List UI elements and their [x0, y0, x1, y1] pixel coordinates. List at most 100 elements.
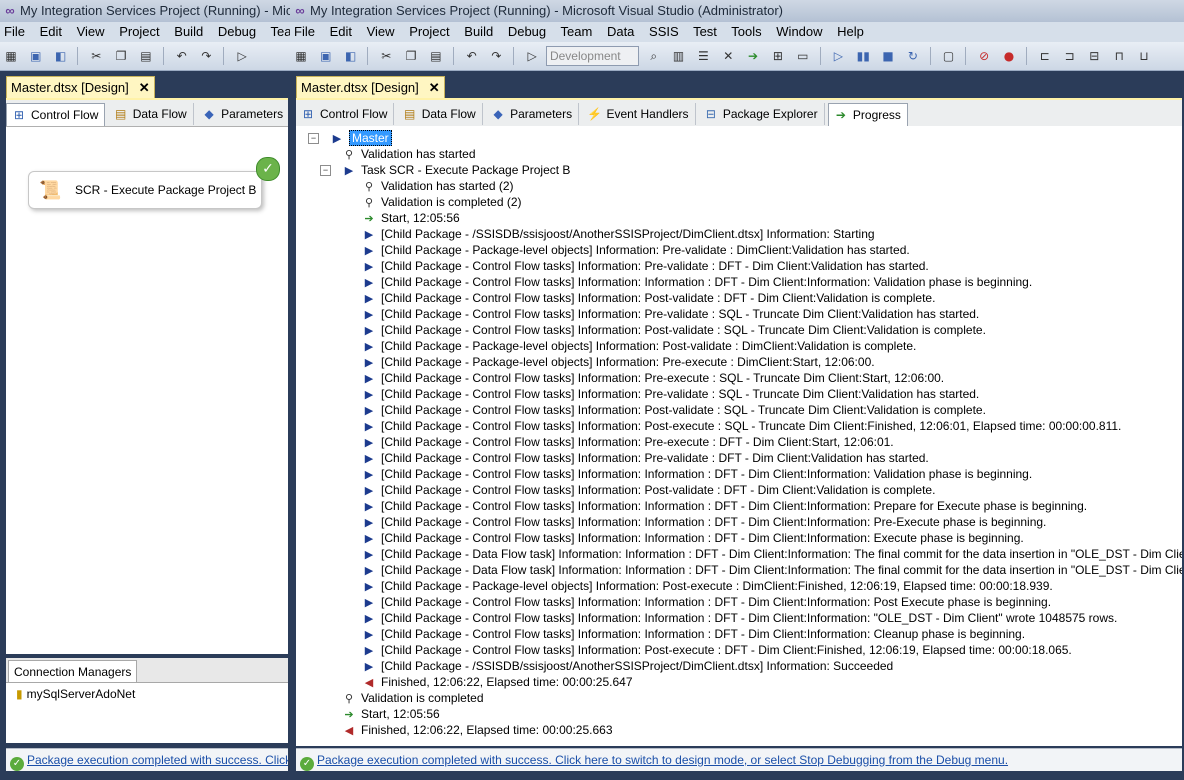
progress-row[interactable]: ⚲ Validation has started (2) — [362, 178, 514, 194]
tab-data-flow[interactable]: ▤ Data Flow — [109, 103, 194, 125]
solution-explorer-icon[interactable]: ▥ — [671, 48, 687, 64]
progress-row[interactable]: ▶ [Child Package - Control Flow tasks] In… — [362, 322, 986, 338]
progress-row[interactable]: ▶ [Child Package - Control Flow tasks] In… — [362, 642, 1072, 658]
progress-row[interactable]: ▶ [Child Package - Control Flow tasks] In… — [362, 610, 1118, 626]
undo-icon[interactable]: ↶ — [464, 48, 480, 64]
menu-project[interactable]: Project — [119, 24, 159, 39]
close-icon[interactable]: ✕ — [429, 80, 440, 95]
progress-row[interactable]: ⚲ Validation is completed (2) — [362, 194, 522, 210]
menu-debug[interactable]: Debug — [218, 24, 256, 39]
paste-icon[interactable]: ▤ — [138, 48, 154, 64]
menu-team[interactable]: Team — [561, 24, 593, 39]
progress-row[interactable]: ▶ [Child Package - Control Flow tasks] In… — [362, 498, 1087, 514]
progress-tree[interactable]: − ▶ Master ⚲ Validation has started − ▶ Task SC… — [296, 126, 1182, 746]
toggle-breakpoint-icon[interactable]: ⊘ — [976, 48, 992, 64]
variables-icon[interactable]: ⊞ — [770, 48, 786, 64]
menu-build[interactable]: Build — [174, 24, 203, 39]
progress-row[interactable]: ▶ [Child Package - Control Flow tasks] In… — [362, 434, 894, 450]
align-top-icon[interactable]: ⊓ — [1111, 48, 1127, 64]
progress-row[interactable]: ▶ [Child Package - /SSISDB/ssisjoost/Anot… — [362, 658, 893, 674]
tab-control-flow[interactable]: ⊞ Control Flow — [6, 103, 106, 126]
control-flow-canvas[interactable]: 📜 SCR - Execute Package Project B ✓ — [6, 127, 288, 654]
progress-row[interactable]: ▶ [Child Package - Data Flow task] Inform… — [362, 546, 1182, 562]
save-icon[interactable]: ▣ — [28, 48, 44, 64]
tab-parameters[interactable]: ◆ Parameters — [197, 103, 288, 125]
solution-configuration-combo[interactable]: Development — [545, 46, 639, 66]
tree-expander[interactable]: − — [320, 165, 331, 176]
progress-row[interactable]: ▶ [Child Package - Control Flow tasks] In… — [362, 418, 1122, 434]
cut-icon[interactable]: ✂ — [378, 48, 394, 64]
menu-edit[interactable]: Edit — [40, 24, 62, 39]
close-icon[interactable]: ✕ — [139, 80, 150, 95]
redo-icon[interactable]: ↷ — [198, 48, 214, 64]
menu-build[interactable]: Build — [464, 24, 493, 39]
start-debugging-icon[interactable]: ▷ — [234, 48, 250, 64]
progress-row[interactable]: ▶ [Child Package - Control Flow tasks] In… — [362, 594, 1051, 610]
menu-ssis[interactable]: SSIS — [649, 24, 679, 39]
save-icon[interactable]: ▣ — [318, 48, 334, 64]
progress-row[interactable]: ⚲ Validation has started — [342, 146, 476, 162]
progress-row[interactable]: ➔ Start, 12:05:56 — [362, 210, 459, 226]
progress-row[interactable]: ▶ [Child Package - Control Flow tasks] In… — [362, 466, 1032, 482]
break-all-icon[interactable]: ▮▮ — [855, 48, 871, 64]
save-all-icon[interactable]: ◧ — [343, 48, 359, 64]
status-message-link[interactable]: Package execution completed with success… — [27, 753, 288, 767]
toolbox-icon[interactable]: ✕ — [720, 48, 736, 64]
progress-row[interactable]: ▶ [Child Package - Control Flow tasks] In… — [362, 402, 986, 418]
progress-row[interactable]: ▶ [Child Package - Package-level objects]… — [362, 242, 910, 258]
menu-view[interactable]: View — [367, 24, 395, 39]
properties-icon[interactable]: ☰ — [695, 48, 711, 64]
stop-debugging-icon[interactable]: ■ — [880, 48, 896, 64]
copy-icon[interactable]: ❐ — [403, 48, 419, 64]
progress-row[interactable]: ▶ [Child Package - Control Flow tasks] In… — [362, 370, 944, 386]
align-center-icon[interactable]: ⊐ — [1062, 48, 1078, 64]
document-tab[interactable]: Master.dtsx [Design] ✕ — [6, 76, 155, 99]
cut-icon[interactable]: ✂ — [88, 48, 104, 64]
progress-row[interactable]: ▶ Task SCR - Execute Package Project B — [342, 162, 571, 178]
tree-expander[interactable]: − — [308, 133, 319, 144]
undo-icon[interactable]: ↶ — [174, 48, 190, 64]
progress-row[interactable]: ▶ [Child Package - Control Flow tasks] In… — [362, 482, 936, 498]
progress-row[interactable]: ▶ [Child Package - Control Flow tasks] In… — [362, 530, 1024, 546]
menu-view[interactable]: View — [77, 24, 105, 39]
save-all-icon[interactable]: ◧ — [53, 48, 69, 64]
progress-row[interactable]: ▶ [Child Package - Control Flow tasks] In… — [362, 514, 1047, 530]
tab-control-flow[interactable]: ⊞ Control Flow — [296, 103, 395, 125]
menu-file[interactable]: File — [4, 24, 25, 39]
progress-row[interactable]: ▶ [Child Package - Control Flow tasks] In… — [362, 386, 980, 402]
new-project-icon[interactable]: ▦ — [3, 48, 19, 64]
tab-data-flow[interactable]: ▤ Data Flow — [398, 103, 483, 125]
progress-row[interactable]: ▶ [Child Package - /SSISDB/ssisjoost/Anot… — [362, 226, 875, 242]
progress-row[interactable]: ▶ Master — [330, 130, 392, 146]
menu-help[interactable]: Help — [837, 24, 864, 39]
tab-package-explorer[interactable]: ⊟ Package Explorer — [699, 103, 825, 125]
progress-row[interactable]: ◀ Finished, 12:06:22, Elapsed time: 00:00… — [362, 674, 633, 690]
connection-manager-item[interactable]: ▮ mySqlServerAdoNet — [16, 685, 135, 703]
progress-row[interactable]: ➔ Start, 12:05:56 — [342, 706, 439, 722]
menu-data[interactable]: Data — [607, 24, 634, 39]
menu-window[interactable]: Window — [776, 24, 822, 39]
menu-test[interactable]: Test — [693, 24, 717, 39]
align-left-icon[interactable]: ⊏ — [1037, 48, 1053, 64]
tab-parameters[interactable]: ◆ Parameters — [486, 103, 580, 125]
menu-tools[interactable]: Tools — [731, 24, 761, 39]
restart-icon[interactable]: ↻ — [905, 48, 921, 64]
tab-event-handlers[interactable]: ⚡ Event Handlers — [582, 103, 696, 125]
breakpoint-icon[interactable]: ● — [1001, 48, 1017, 64]
progress-row[interactable]: ▶ [Child Package - Package-level objects]… — [362, 578, 1053, 594]
script-task-box[interactable]: 📜 SCR - Execute Package Project B — [28, 171, 262, 209]
find-icon[interactable]: ⌕ — [646, 48, 662, 64]
menu-project[interactable]: Project — [409, 24, 449, 39]
paste-icon[interactable]: ▤ — [428, 48, 444, 64]
comment-icon[interactable]: ▢ — [941, 48, 957, 64]
progress-row[interactable]: ◀ Finished, 12:06:22, Elapsed time: 00:00… — [342, 722, 613, 738]
align-bottom-icon[interactable]: ⊔ — [1136, 48, 1152, 64]
new-project-icon[interactable]: ▦ — [293, 48, 309, 64]
progress-row[interactable]: ▶ [Child Package - Control Flow tasks] In… — [362, 450, 929, 466]
menu-debug[interactable]: Debug — [508, 24, 546, 39]
continue-icon[interactable]: ▷ — [830, 48, 846, 64]
progress-row[interactable]: ▶ [Child Package - Control Flow tasks] In… — [362, 290, 936, 306]
menu-file[interactable]: File — [294, 24, 315, 39]
redo-icon[interactable]: ↷ — [488, 48, 504, 64]
progress-row[interactable]: ▶ [Child Package - Control Flow tasks] In… — [362, 258, 929, 274]
